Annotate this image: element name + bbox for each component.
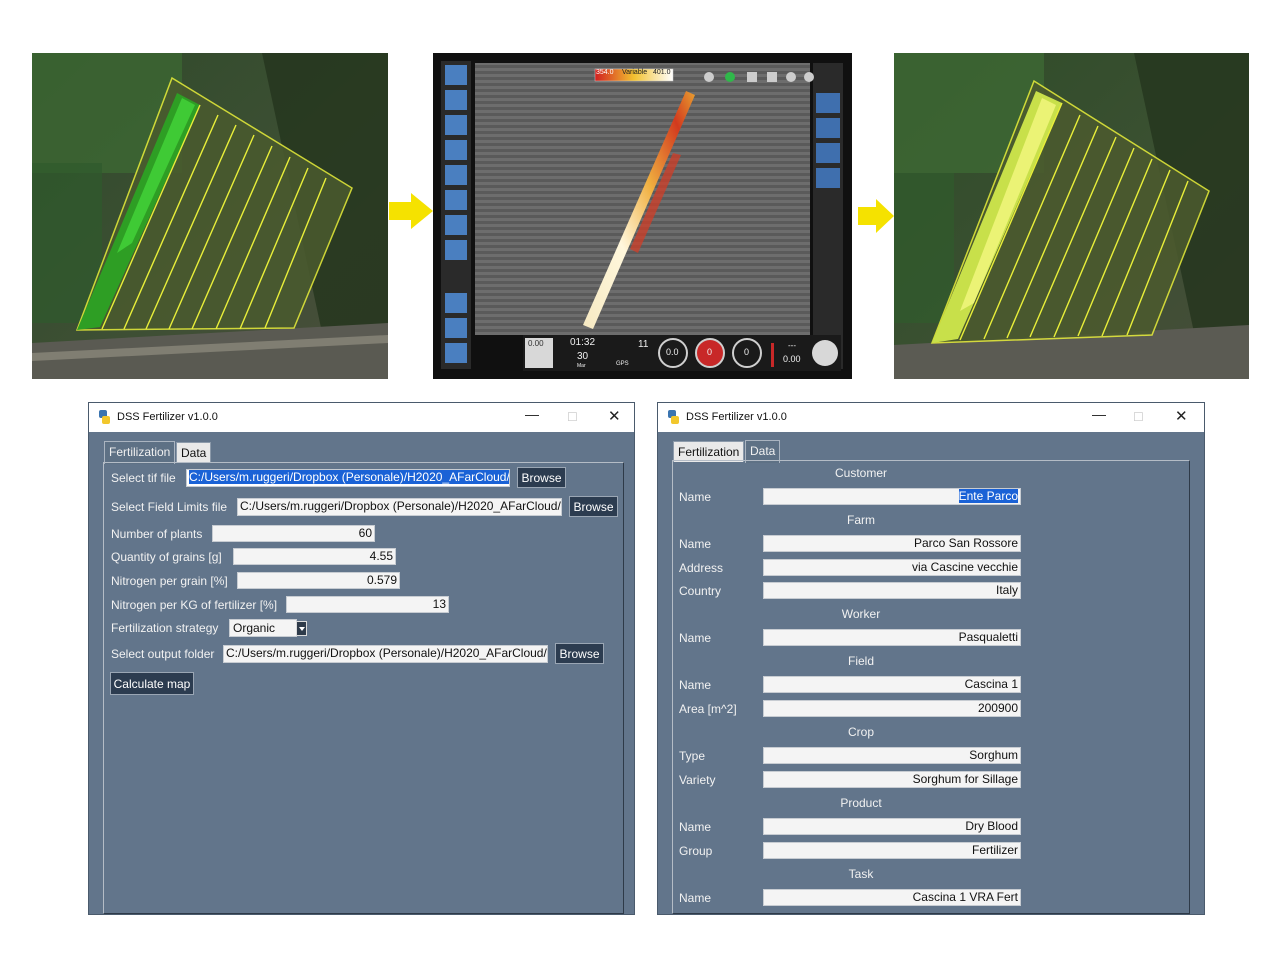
field-area-input[interactable]: 200900: [763, 700, 1021, 717]
close-button[interactable]: ✕: [608, 407, 621, 425]
legend-mid: Variable: [622, 69, 648, 76]
section-task: Task: [848, 867, 874, 881]
field-name-label: Name: [679, 678, 712, 692]
legend-min: 354.0: [596, 69, 614, 76]
product-group-label: Group: [679, 844, 713, 858]
output-folder-input[interactable]: C:/Users/m.ruggeri/Dropbox (Personale)/H…: [223, 645, 548, 663]
section-worker: Worker: [841, 607, 881, 621]
farm-country-input[interactable]: Italy: [763, 582, 1021, 599]
nitrogen-grain-label: Nitrogen per grain [%]: [111, 574, 228, 588]
grains-label: Quantity of grains [g]: [111, 550, 222, 564]
terminal-time: 01:32: [570, 337, 596, 348]
satellite-map-applied: [894, 53, 1249, 379]
field-limits-label: Select Field Limits file: [111, 500, 228, 514]
terminal-gps: GPS: [616, 361, 629, 367]
maximize-button[interactable]: ☐: [567, 410, 578, 424]
plants-label: Number of plants: [111, 527, 203, 541]
field-limits-input[interactable]: C:/Users/m.ruggeri/Dropbox (Personale)/H…: [237, 498, 562, 516]
product-group-input[interactable]: Fertilizer: [763, 842, 1021, 859]
farm-country-label: Country: [679, 584, 722, 598]
crop-type-label: Type: [679, 749, 706, 763]
tif-file-label: Select tif file: [111, 471, 176, 485]
farm-name-label: Name: [679, 537, 712, 551]
terminal-speed: 30: [577, 351, 589, 362]
python-icon: [99, 410, 110, 424]
title-bar[interactable]: DSS Fertilizer v1.0.0 — ☐ ✕: [89, 403, 634, 432]
section-farm: Farm: [847, 513, 875, 527]
minimize-button[interactable]: —: [1092, 406, 1106, 422]
worker-name-input[interactable]: Pasqualetti: [763, 629, 1021, 646]
section-customer: Customer: [834, 466, 887, 480]
title-bar[interactable]: DSS Fertilizer v1.0.0 — ☐ ✕: [658, 403, 1204, 432]
window-title: DSS Fertilizer v1.0.0: [686, 411, 787, 423]
farm-address-input[interactable]: via Cascine vecchie: [763, 559, 1021, 576]
tif-file-input[interactable]: C:/Users/m.ruggeri/Dropbox (Personale)/H…: [186, 469, 510, 487]
tab-fertilization[interactable]: Fertilization: [104, 441, 176, 464]
dss-window-fertilization: DSS Fertilizer v1.0.0 — ☐ ✕ Fertilizatio…: [88, 402, 635, 915]
crop-variety-input[interactable]: Sorghum for Sillage: [763, 771, 1021, 788]
worker-name-label: Name: [679, 631, 712, 645]
chevron-down-icon[interactable]: [296, 621, 307, 636]
customer-name-input[interactable]: Ente Parco: [763, 488, 1021, 505]
browse-field-limits-button[interactable]: Browse: [569, 496, 618, 517]
product-name-label: Name: [679, 820, 712, 834]
window-title: DSS Fertilizer v1.0.0: [117, 411, 218, 423]
section-product: Product: [840, 796, 882, 810]
tab-fertilization[interactable]: Fertilization: [673, 441, 745, 462]
minimize-button[interactable]: —: [525, 406, 539, 422]
terminal-rate-value: 0.00: [783, 354, 801, 364]
customer-name-label: Name: [679, 490, 712, 504]
task-name-label: Name: [679, 891, 712, 905]
product-name-input[interactable]: Dry Blood: [763, 818, 1021, 835]
browse-tif-button[interactable]: Browse: [517, 467, 566, 488]
python-icon: [668, 410, 679, 424]
output-folder-label: Select output folder: [111, 647, 215, 661]
satellite-map-prescription: [32, 53, 388, 379]
tif-file-value: C:/Users/m.ruggeri/Dropbox (Personale)/H…: [189, 470, 509, 484]
strategy-label: Fertilization strategy: [111, 621, 219, 635]
strategy-select[interactable]: Organic: [229, 619, 297, 637]
crop-variety-label: Variety: [679, 773, 716, 787]
nitrogen-kg-input[interactable]: 13: [286, 596, 449, 613]
terminal-rate-dots: ---: [788, 341, 796, 350]
terminal-zero-left: 0.00: [528, 339, 544, 348]
terminal-speed-unit: Mar: [577, 363, 586, 369]
nitrogen-grain-input[interactable]: 0.579: [237, 572, 400, 589]
plants-input[interactable]: 60: [212, 525, 375, 542]
terminal-gauge-3: 0: [744, 347, 750, 357]
section-field: Field: [847, 654, 874, 668]
farm-name-input[interactable]: Parco San Rossore: [763, 535, 1021, 552]
close-button[interactable]: ✕: [1175, 407, 1188, 425]
terminal-gauge-1: 0.0: [666, 347, 679, 357]
farm-address-label: Address: [679, 561, 724, 575]
customer-name-value: Ente Parco: [958, 489, 1018, 503]
calculate-map-button[interactable]: Calculate map: [110, 672, 194, 695]
field-name-input[interactable]: Cascina 1: [763, 676, 1021, 693]
crop-type-input[interactable]: Sorghum: [763, 747, 1021, 764]
terminal-gauge-2: 0: [707, 347, 713, 357]
terminal-satellites: 11: [638, 339, 649, 350]
grains-input[interactable]: 4.55: [233, 548, 396, 565]
arrow-right-icon: [389, 193, 433, 229]
arrow-right-icon: [858, 199, 894, 233]
dss-window-data: DSS Fertilizer v1.0.0 — ☐ ✕ Fertilizatio…: [657, 402, 1205, 915]
field-area-label: Area [m^2]: [679, 702, 737, 716]
section-crop: Crop: [847, 725, 874, 739]
browse-output-button[interactable]: Browse: [555, 643, 604, 664]
task-name-input[interactable]: Cascina 1 VRA Fert: [763, 889, 1021, 906]
maximize-button[interactable]: ☐: [1133, 410, 1144, 424]
tractor-terminal-screen: 354.0 Variable 401.0 0.00 01:32 30 Mar 1…: [433, 53, 852, 379]
nitrogen-kg-label: Nitrogen per KG of fertilizer [%]: [111, 598, 278, 612]
tab-data[interactable]: Data: [176, 442, 212, 463]
legend-max: 401.0: [653, 69, 671, 76]
